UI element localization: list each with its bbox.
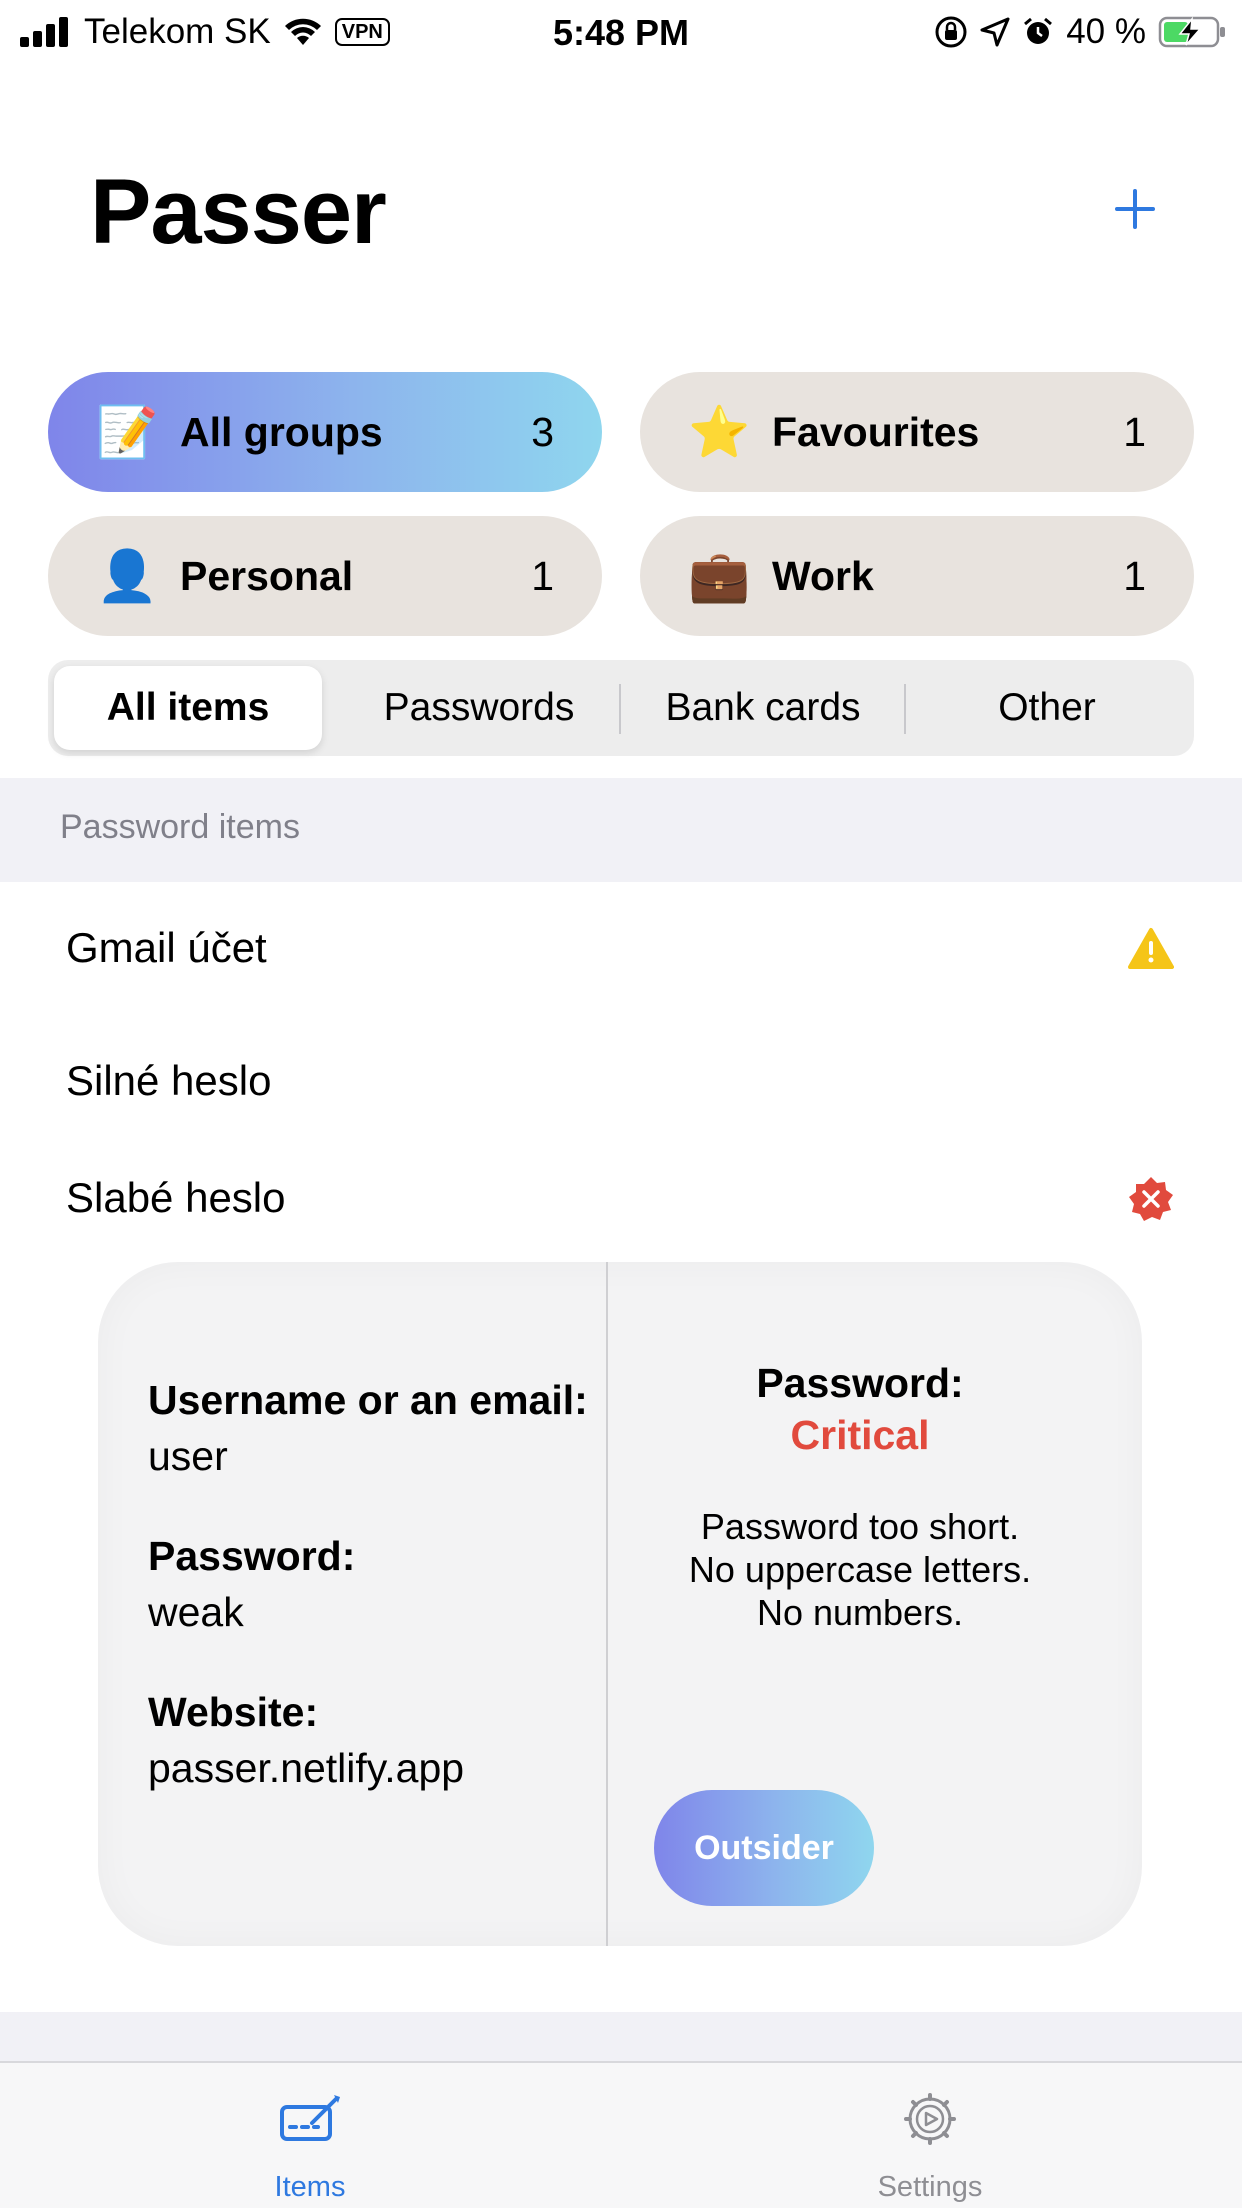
tab-settings[interactable]: Settings <box>780 2063 1080 2208</box>
group-count: 1 <box>1123 553 1146 599</box>
filter-bank-cards[interactable]: Bank cards <box>622 666 904 750</box>
strength-level: Critical <box>790 1412 930 1458</box>
section-title: Password items <box>60 808 300 846</box>
group-count: 1 <box>1123 409 1146 455</box>
username-label: Username or an email: <box>148 1377 588 1423</box>
list-item-selected[interactable]: Slabé heslo <box>0 1138 1242 1258</box>
group-label: Favourites <box>772 409 980 455</box>
list-footer-space <box>0 2012 1242 2062</box>
location-icon <box>980 17 1010 47</box>
group-all-groups[interactable]: 📝 All groups 3 <box>48 372 602 492</box>
gear-icon <box>904 2093 956 2145</box>
list-item[interactable]: Gmail účet <box>0 888 1242 1008</box>
strength-issues: Password too short. No uppercase letters… <box>618 1505 1102 1634</box>
status-bar: Telekom SK VPN 5:48 PM 40 % <box>0 0 1242 62</box>
alarm-icon <box>1024 17 1053 44</box>
tab-label: Items <box>274 2171 346 2203</box>
warning-icon <box>1128 928 1174 969</box>
star-icon: ⭐ <box>688 404 751 460</box>
group-label: All groups <box>180 409 383 455</box>
app-screen: Telekom SK VPN 5:48 PM 40 % Passer 📝 All… <box>0 0 1242 2208</box>
person-icon: 👤 <box>96 548 159 604</box>
item-detail-card: Username or an email: user Password: wea… <box>98 1262 1142 1946</box>
battery-percentage: 40 % <box>1066 12 1146 51</box>
tab-items[interactable]: Items <box>160 2063 460 2208</box>
card-divider <box>606 1262 608 1946</box>
segment-divider <box>619 684 621 734</box>
website-value[interactable]: passer.netlify.app <box>148 1740 588 1796</box>
group-count: 3 <box>531 409 554 455</box>
filter-passwords[interactable]: Passwords <box>338 666 620 750</box>
strength-title: Password: <box>756 1360 964 1406</box>
items-icon <box>280 2095 340 2141</box>
critical-error-icon <box>1129 1177 1173 1221</box>
item-title: Gmail účet <box>66 924 267 971</box>
password-value[interactable]: weak <box>148 1584 588 1640</box>
tab-bar: Items Settings <box>0 2061 1242 2208</box>
briefcase-icon: 💼 <box>688 548 751 604</box>
page-title: Passer <box>90 161 387 263</box>
username-value[interactable]: user <box>148 1428 588 1484</box>
issue-line: No numbers. <box>756 1592 964 1633</box>
group-favourites[interactable]: ⭐ Favourites 1 <box>640 372 1194 492</box>
outsider-button[interactable]: Outsider <box>654 1790 874 1906</box>
group-label: Work <box>772 553 874 599</box>
list-item[interactable]: Silné heslo <box>0 1021 1242 1141</box>
group-work[interactable]: 💼 Work 1 <box>640 516 1194 636</box>
issue-line: No uppercase letters. <box>688 1549 1032 1590</box>
item-title: Slabé heslo <box>66 1174 286 1221</box>
item-type-filter: All items Passwords Bank cards Other <box>48 660 1194 756</box>
group-label: Personal <box>180 553 354 599</box>
password-label: Password: <box>148 1533 356 1579</box>
memo-icon: 📝 <box>96 404 159 460</box>
section-header: Password items <box>0 778 1242 882</box>
item-title: Silné heslo <box>66 1057 272 1104</box>
issue-line: Password too short. <box>700 1506 1020 1547</box>
orientation-lock-icon <box>935 16 967 48</box>
status-bar-right: 40 % <box>934 12 1228 52</box>
add-item-button[interactable] <box>1114 188 1156 230</box>
plus-icon <box>1115 189 1155 229</box>
group-count: 1 <box>531 553 554 599</box>
group-personal[interactable]: 👤 Personal 1 <box>48 516 602 636</box>
credentials-panel: Username or an email: user Password: wea… <box>148 1372 588 1840</box>
battery-charging-icon <box>1158 16 1225 48</box>
password-strength-panel: Password: Critical Password too short. N… <box>618 1357 1102 1634</box>
filter-all-items[interactable]: All items <box>54 666 322 750</box>
website-label: Website: <box>148 1689 319 1735</box>
filter-other[interactable]: Other <box>906 666 1188 750</box>
tab-label: Settings <box>877 2171 983 2203</box>
